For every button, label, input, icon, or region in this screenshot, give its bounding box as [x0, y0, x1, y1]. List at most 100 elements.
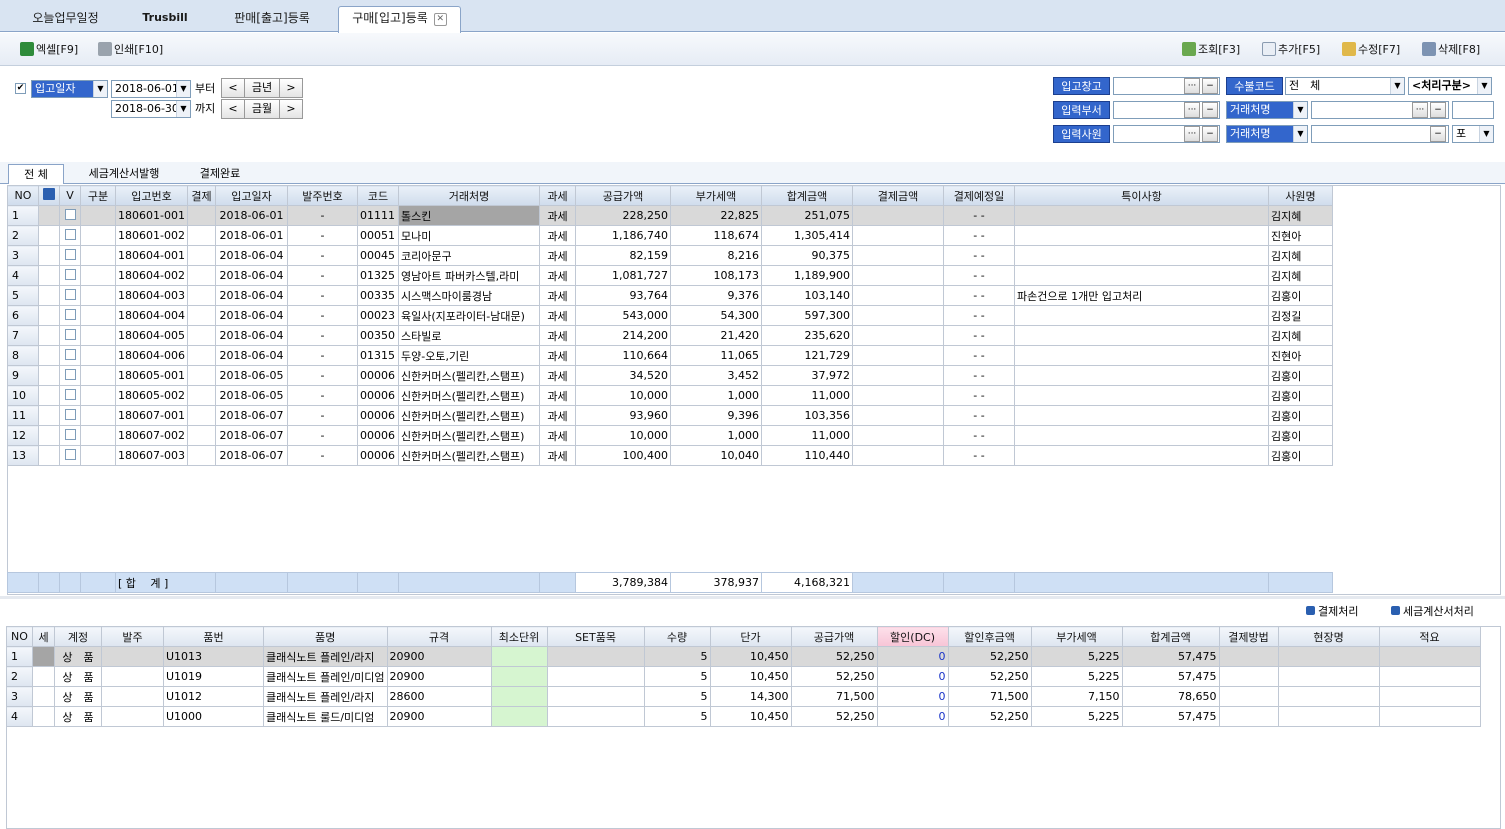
- row-receipt-no[interactable]: 180604-005: [115, 325, 188, 346]
- row-set-item[interactable]: [546, 686, 645, 707]
- row-receipt-no[interactable]: 180607-003: [115, 445, 188, 466]
- row-number[interactable]: 4: [7, 265, 39, 286]
- row-discount[interactable]: 0: [876, 646, 949, 667]
- row-receipt-date[interactable]: 2018-06-04: [215, 325, 288, 346]
- row-staff[interactable]: 김홍이: [1268, 405, 1333, 426]
- row-type-cell[interactable]: [80, 265, 116, 286]
- row-pay-method[interactable]: [1218, 706, 1279, 727]
- row-item-name[interactable]: 클래식노트 플레인/미디엄: [263, 666, 388, 687]
- row-client[interactable]: 영남아트 파버카스텔,라미: [398, 265, 540, 286]
- row-supply[interactable]: 52,250: [790, 646, 878, 667]
- row-client[interactable]: 신한커머스(펠리칸,스탬프): [398, 385, 540, 406]
- table-row[interactable]: 4상 품 U1000 클래식노트 룰드/미디엄 20900 5 10,450 52,250 0…: [6, 706, 1481, 727]
- col-pay-method[interactable]: 결제방법: [1218, 626, 1279, 647]
- row-supply[interactable]: 100,400: [575, 445, 671, 466]
- row-note[interactable]: [1014, 305, 1269, 326]
- row-number[interactable]: 1: [7, 205, 39, 226]
- row-checkbox[interactable]: [59, 425, 81, 446]
- row-site[interactable]: [1277, 706, 1380, 727]
- row-total[interactable]: 1,189,900: [761, 265, 853, 286]
- year-next-button[interactable]: >: [279, 78, 303, 98]
- row-checkbox[interactable]: [59, 325, 81, 346]
- client-input-1[interactable]: [1311, 101, 1449, 119]
- row-vat[interactable]: 1,000: [670, 425, 762, 446]
- row-paid[interactable]: [852, 325, 944, 346]
- row-order-no[interactable]: -: [287, 265, 358, 286]
- row-order-no[interactable]: -: [287, 285, 358, 306]
- row-discount[interactable]: 0: [876, 686, 949, 707]
- col-supply[interactable]: 공급가액: [790, 626, 878, 647]
- col-total[interactable]: 합계금액: [1121, 626, 1220, 647]
- row-select-checkbox[interactable]: [64, 289, 76, 300]
- col-paid[interactable]: 결제금액: [852, 185, 944, 206]
- row-note[interactable]: [1014, 405, 1269, 426]
- row-number[interactable]: 4: [6, 706, 33, 727]
- row-number[interactable]: 9: [7, 365, 39, 386]
- row-receipt-no[interactable]: 180604-002: [115, 265, 188, 286]
- row-staff[interactable]: 김지혜: [1268, 245, 1333, 266]
- row-receipt-date[interactable]: 2018-06-07: [215, 405, 288, 426]
- print-button[interactable]: 인쇄[F10]: [98, 41, 163, 59]
- row-type-cell[interactable]: [80, 365, 116, 386]
- row-total[interactable]: 103,356: [761, 405, 853, 426]
- row-number[interactable]: 5: [7, 285, 39, 306]
- this-month-button[interactable]: 금월: [244, 99, 280, 119]
- row-vat[interactable]: 11,065: [670, 345, 762, 366]
- row-save-cell[interactable]: [38, 325, 60, 346]
- warehouse-lookup-button[interactable]: ···: [1184, 78, 1200, 94]
- row-unit-price[interactable]: 10,450: [709, 706, 792, 727]
- row-tax[interactable]: 과세: [539, 405, 576, 426]
- row-item-no[interactable]: U1013: [163, 646, 264, 667]
- tab-purchase-register[interactable]: 구매[입고]등록 ✕: [338, 6, 461, 33]
- row-client[interactable]: 신한커머스(펠리칸,스탬프): [398, 425, 540, 446]
- row-save-cell[interactable]: [38, 305, 60, 326]
- row-select-checkbox[interactable]: [64, 269, 76, 280]
- row-code[interactable]: 01315: [357, 345, 399, 366]
- col-site[interactable]: 현장명: [1277, 626, 1380, 647]
- row-tax[interactable]: 과세: [539, 345, 576, 366]
- row-qty[interactable]: 5: [643, 646, 711, 667]
- col-set-item[interactable]: SET품목: [546, 626, 645, 647]
- col-total[interactable]: 합계금액: [761, 185, 853, 206]
- row-receipt-no[interactable]: 180601-002: [115, 225, 188, 246]
- tab-today-schedule[interactable]: 오늘업무일정: [18, 7, 113, 32]
- row-total[interactable]: 1,305,414: [761, 225, 853, 246]
- col-payment[interactable]: 결제: [187, 185, 216, 206]
- row-number[interactable]: 3: [7, 245, 39, 266]
- row-spec[interactable]: 20900: [386, 666, 492, 687]
- row-staff[interactable]: 김홍이: [1268, 385, 1333, 406]
- date-filter-checkbox[interactable]: ✔: [15, 83, 26, 94]
- row-save-cell[interactable]: [38, 225, 60, 246]
- row-number[interactable]: 2: [7, 225, 39, 246]
- col-tax-flag[interactable]: 세: [32, 626, 55, 647]
- row-checkbox[interactable]: [59, 345, 81, 366]
- col-type[interactable]: 구분: [80, 185, 116, 206]
- row-note[interactable]: [1014, 245, 1269, 266]
- row-receipt-date[interactable]: 2018-06-07: [215, 445, 288, 466]
- row-remark[interactable]: [1378, 686, 1481, 707]
- col-code[interactable]: 코드: [357, 185, 399, 206]
- row-due-date[interactable]: - -: [943, 325, 1015, 346]
- row-supply[interactable]: 52,250: [790, 706, 878, 727]
- row-due-date[interactable]: - -: [943, 445, 1015, 466]
- row-payment-cell[interactable]: [187, 265, 216, 286]
- client-type-select-2[interactable]: 거래처명 ▼: [1226, 125, 1308, 143]
- row-client[interactable]: 신한커머스(펠리칸,스탬프): [398, 405, 540, 426]
- tab-sales-register[interactable]: 판매[출고]등록: [218, 7, 326, 32]
- row-order[interactable]: [101, 666, 164, 687]
- row-order-no[interactable]: -: [287, 345, 358, 366]
- row-spec[interactable]: 20900: [386, 706, 492, 727]
- tax-invoice-process-button[interactable]: 세금계산서처리: [1391, 604, 1474, 620]
- row-order-no[interactable]: -: [287, 245, 358, 266]
- dept-lookup-button[interactable]: ···: [1184, 102, 1200, 118]
- row-save-cell[interactable]: [38, 345, 60, 366]
- row-supply[interactable]: 228,250: [575, 205, 671, 226]
- row-code[interactable]: 00006: [357, 425, 399, 446]
- row-note[interactable]: [1014, 345, 1269, 366]
- row-note[interactable]: 파손건으로 1개만 입고처리: [1014, 285, 1269, 306]
- date-to-input[interactable]: 2018-06-30 ▼: [111, 100, 191, 118]
- row-checkbox[interactable]: [59, 385, 81, 406]
- row-total[interactable]: 57,475: [1121, 646, 1220, 667]
- row-select-checkbox[interactable]: [64, 449, 76, 460]
- row-vat[interactable]: 21,420: [670, 325, 762, 346]
